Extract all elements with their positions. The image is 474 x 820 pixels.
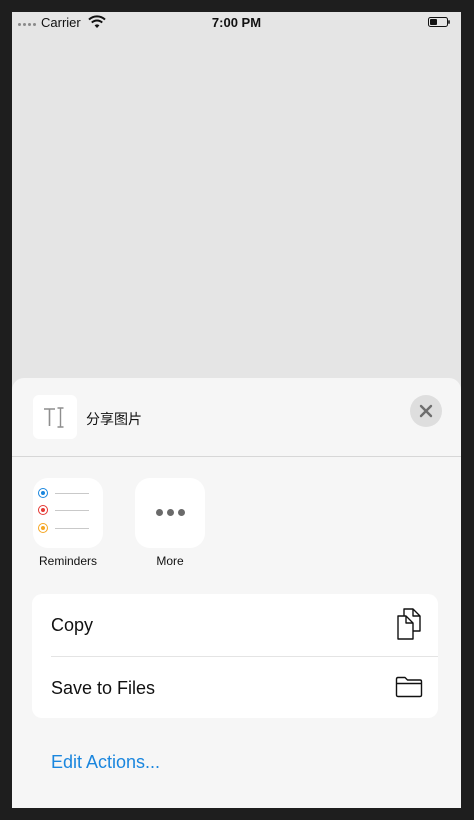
- action-save-to-files[interactable]: Save to Files: [32, 657, 438, 719]
- share-app-label: Reminders: [38, 554, 98, 568]
- more-icon: [135, 478, 205, 548]
- share-app-more[interactable]: More: [120, 478, 220, 568]
- share-sheet-title: 分享图片: [86, 412, 142, 428]
- share-app-label: More: [156, 554, 184, 568]
- phone-screen: Carrier 7:00 PM 分享图片 Reminders More Copy…: [12, 12, 461, 808]
- close-icon: [419, 404, 433, 418]
- battery-icon: [428, 17, 450, 27]
- status-bar: Carrier 7:00 PM: [12, 12, 461, 34]
- share-sheet: 分享图片 Reminders More Copy Save to Files E…: [12, 378, 461, 808]
- action-label: Save to Files: [51, 678, 156, 698]
- share-app-reminders[interactable]: Reminders: [18, 478, 118, 568]
- edit-actions-link[interactable]: Edit Actions...: [51, 752, 160, 773]
- share-item-thumbnail: [33, 395, 77, 439]
- close-button[interactable]: [410, 395, 442, 427]
- share-apps-row: Reminders More: [12, 478, 461, 578]
- action-label: Copy: [51, 615, 94, 635]
- reminders-icon: [33, 478, 103, 548]
- clock: 7:00 PM: [211, 15, 262, 30]
- text-format-icon: [44, 407, 64, 428]
- header-divider: [12, 456, 461, 457]
- share-sheet-header: 分享图片: [12, 378, 461, 456]
- action-copy[interactable]: Copy: [32, 594, 438, 656]
- copy-icon: [397, 608, 421, 640]
- folder-icon: [395, 676, 423, 698]
- share-actions-list: Copy Save to Files: [32, 594, 438, 718]
